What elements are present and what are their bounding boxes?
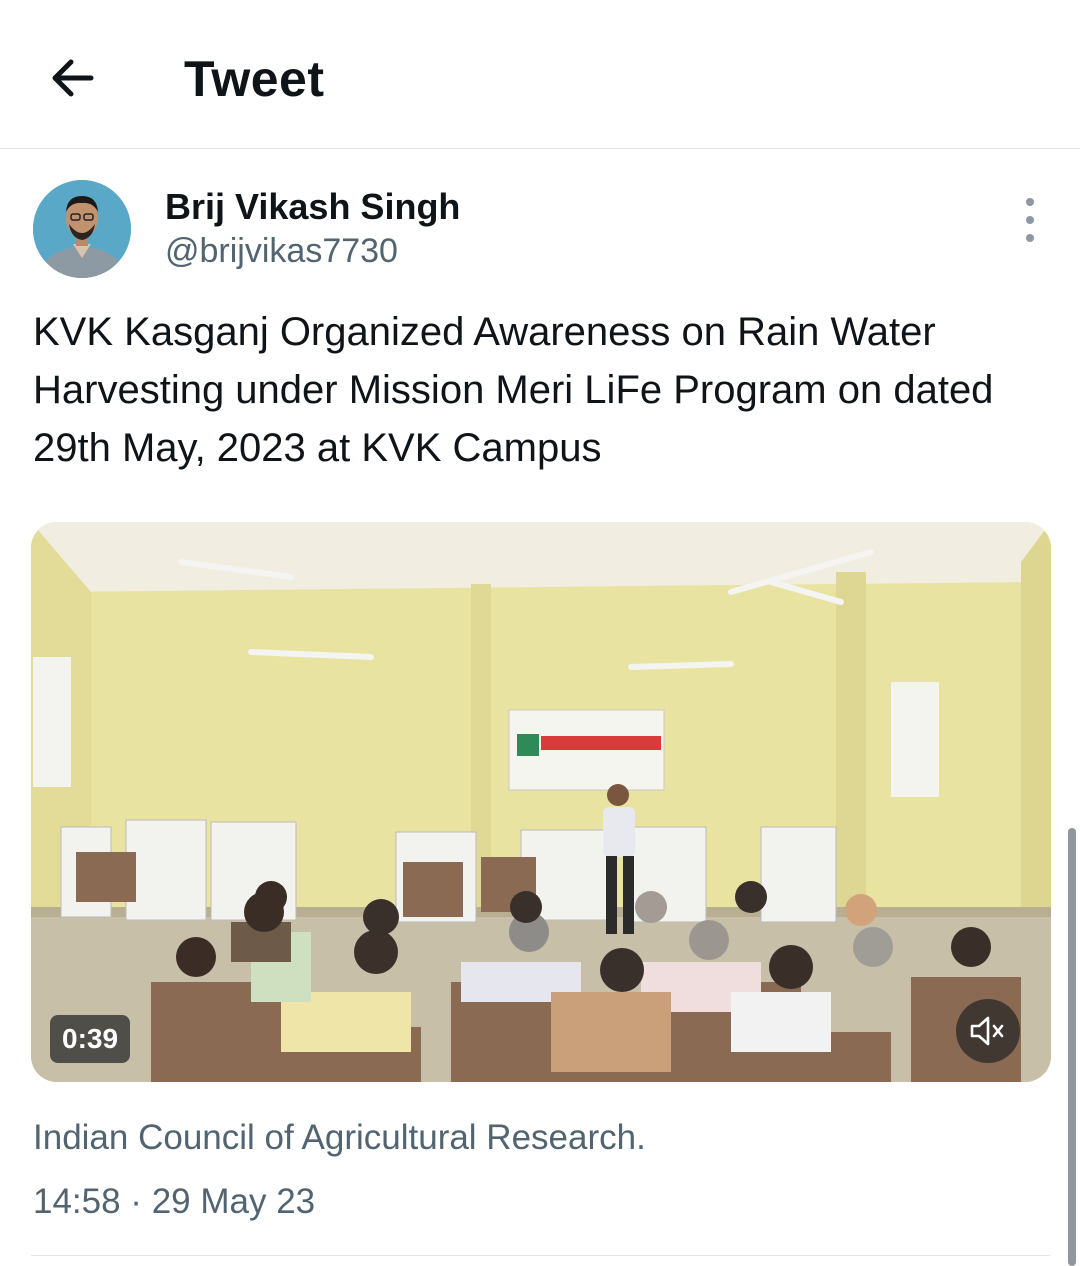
dot [1026, 216, 1034, 224]
video-thumbnail [31, 522, 1051, 1082]
tweet-video[interactable] [31, 522, 1051, 1082]
tweet-timestamp: 14:58 · 29 May 23 [33, 1182, 316, 1221]
back-button[interactable] [42, 48, 102, 108]
arrow-left-icon [52, 59, 94, 97]
top-bar: Tweet [0, 0, 1080, 149]
video-duration-badge: 0:39 [50, 1015, 131, 1063]
author-handle[interactable]: @brijvikas7730 [165, 232, 398, 271]
more-options-button[interactable] [1010, 198, 1050, 242]
scrollbar[interactable] [1068, 828, 1076, 1266]
tweet-text: KVK Kasganj Organized Awareness on Rain … [33, 310, 994, 470]
dot [1026, 234, 1034, 242]
avatar[interactable] [33, 180, 131, 278]
speaker-muted-icon [970, 1016, 1004, 1046]
tweet-source: Indian Council of Agricultural Research. [33, 1118, 646, 1157]
author-name[interactable]: Brij Vikash Singh [165, 186, 460, 228]
divider [31, 1255, 1050, 1256]
dot [1026, 198, 1034, 206]
page-title: Tweet [184, 51, 325, 107]
mute-button[interactable] [956, 999, 1020, 1063]
